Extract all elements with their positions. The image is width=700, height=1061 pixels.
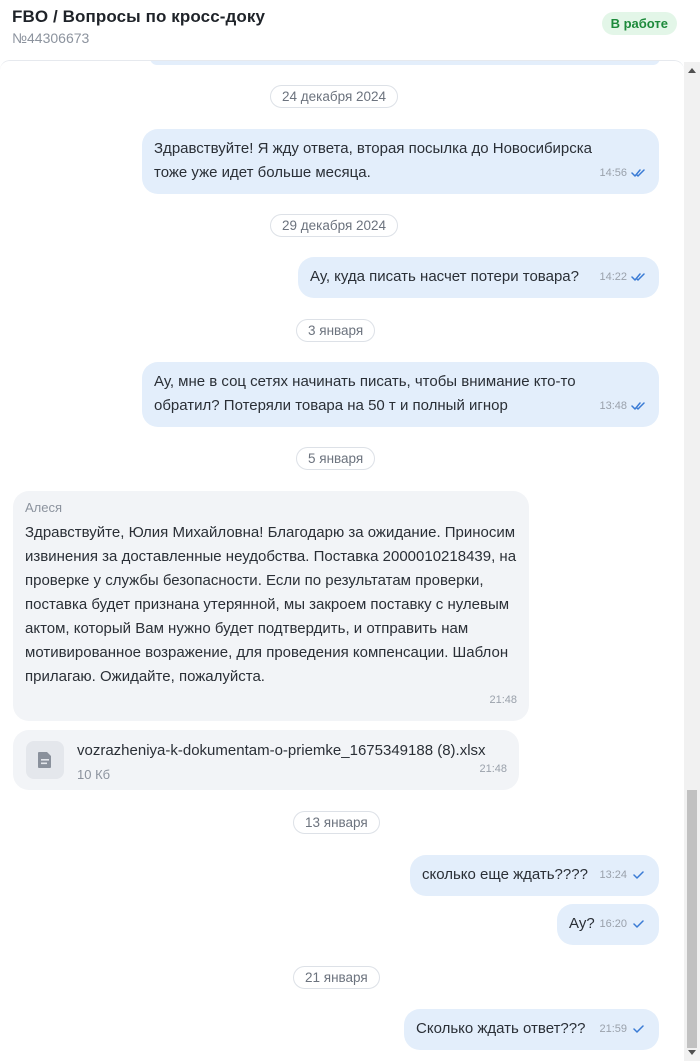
date-separator: 24 декабря 2024 (270, 85, 399, 108)
chat-title: FBO / Вопросы по кросс-доку (12, 7, 266, 26)
message-meta: 16:20 (599, 912, 647, 936)
date-separator: 29 декабря 2024 (270, 214, 399, 237)
message-text: Здравствуйте! Я жду ответа, вторая посыл… (154, 140, 592, 181)
double-check-icon (631, 273, 645, 281)
message-time: 21:59 (599, 1023, 627, 1035)
file-size: 10 Кб (77, 767, 111, 782)
ticket-number: №44306673 (12, 30, 90, 46)
message-list[interactable]: 24 декабря 2024 Здравствуйте! Я жду отве… (0, 60, 684, 1061)
message-time: 16:20 (599, 918, 627, 930)
double-check-icon (631, 402, 645, 410)
message-meta: 13:24 (599, 863, 647, 887)
message-meta: 14:56 (599, 161, 647, 185)
status-badge: В работе (601, 12, 677, 35)
document-icon (26, 741, 64, 779)
outgoing-message[interactable]: Ау, куда писать насчет потери товара? 14… (298, 257, 659, 298)
date-separator: 13 января (293, 811, 380, 834)
file-attachment[interactable]: vozrazheniya-k-dokumentam-o-priemke_1675… (13, 730, 519, 790)
message-meta: 21:48 (489, 688, 517, 712)
message-meta: 13:48 (599, 394, 647, 418)
previous-message-edge (150, 61, 660, 65)
message-time: 13:48 (599, 400, 627, 412)
scrollbar[interactable] (684, 62, 700, 1061)
outgoing-message[interactable]: Ау? 16:20 (557, 904, 659, 945)
outgoing-message[interactable]: Ау, мне в соц сетях начинать писать, что… (142, 362, 659, 427)
scrollbar-thumb[interactable] (687, 790, 697, 1048)
message-time: 13:24 (599, 869, 627, 881)
scroll-down-arrow-icon[interactable] (688, 1050, 696, 1055)
message-time: 21:48 (489, 694, 517, 706)
message-meta: 21:48 (479, 757, 507, 781)
message-time: 21:48 (479, 763, 507, 775)
double-check-icon (631, 169, 645, 177)
scroll-up-arrow-icon[interactable] (688, 68, 696, 73)
outgoing-message[interactable]: Сколько ждать ответ??? 21:59 (404, 1009, 659, 1050)
file-name[interactable]: vozrazheniya-k-dokumentam-o-priemke_1675… (77, 739, 486, 763)
incoming-message[interactable]: Алеся Здравствуйте, Юлия Михайловна! Бла… (13, 491, 529, 721)
message-text: Здравствуйте, Юлия Михайловна! Благодарю… (25, 524, 517, 685)
date-separator: 5 января (296, 447, 376, 470)
message-time: 14:56 (599, 167, 627, 179)
message-text: Ау, мне в соц сетях начинать писать, что… (154, 373, 576, 414)
date-separator: 21 января (293, 966, 380, 989)
message-meta: 21:59 (599, 1017, 647, 1041)
date-separator: 3 января (296, 319, 376, 342)
message-author: Алеся (25, 500, 63, 515)
message-time: 14:22 (599, 271, 627, 283)
message-meta: 14:22 (599, 265, 647, 289)
outgoing-message[interactable]: Здравствуйте! Я жду ответа, вторая посыл… (142, 129, 659, 194)
chat-header: FBO / Вопросы по кросс-доку №44306673 В … (0, 0, 700, 60)
check-icon (633, 1025, 644, 1033)
check-icon (633, 871, 644, 879)
check-icon (633, 920, 644, 928)
outgoing-message[interactable]: сколько еще ждать???? 13:24 (410, 855, 659, 896)
